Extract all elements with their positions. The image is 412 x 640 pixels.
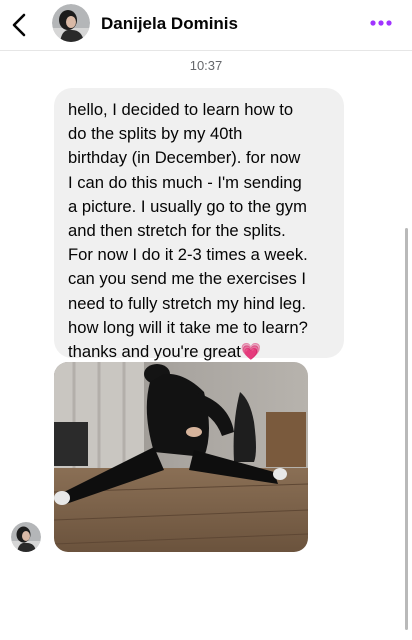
message-timestamp: 10:37 — [189, 58, 223, 73]
message-body: hello, I decided to learn how to do the … — [68, 100, 308, 362]
message-text: hello, I decided to learn how to do the … — [68, 98, 336, 364]
contact-avatar[interactable] — [52, 4, 90, 42]
chat-header: Danijela Dominis — [0, 0, 412, 51]
pink-heart-emoji: 💗 — [240, 342, 262, 362]
scrollbar[interactable] — [405, 228, 408, 630]
contact-name[interactable]: Danijela Dominis — [101, 14, 238, 34]
chevron-left-icon[interactable] — [6, 10, 32, 40]
incoming-message-bubble[interactable]: hello, I decided to learn how to do the … — [54, 88, 344, 361]
attached-photo[interactable] — [54, 362, 308, 552]
more-dots-icon[interactable] — [368, 12, 394, 34]
sender-avatar[interactable] — [11, 522, 41, 552]
